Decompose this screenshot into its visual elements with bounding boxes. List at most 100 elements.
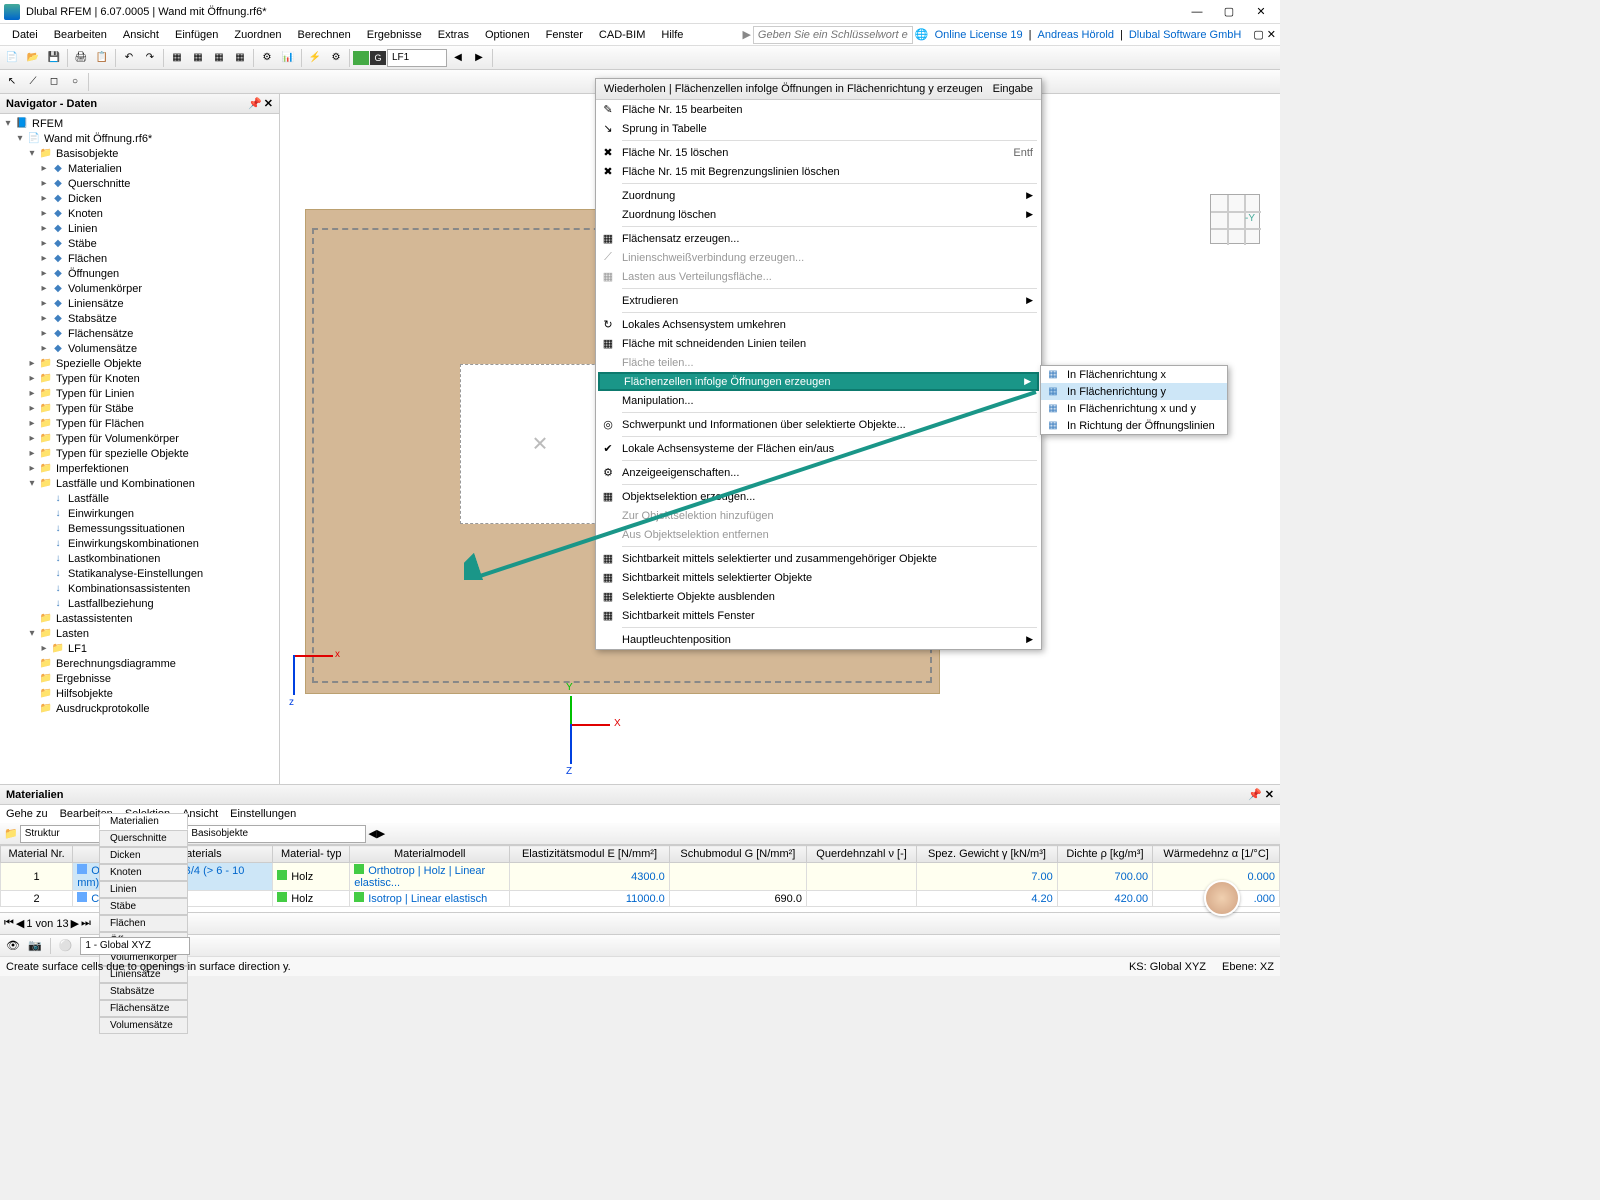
tb-h[interactable]: ⚙: [326, 48, 346, 68]
table-tab[interactable]: Flächen: [99, 915, 188, 932]
tree-item[interactable]: 📁Berechnungsdiagramme: [0, 656, 279, 671]
maximize-button[interactable]: ▢: [1214, 2, 1244, 22]
ctx-item[interactable]: Flächenzellen infolge Öffnungen erzeugen…: [598, 372, 1039, 391]
submenu-item[interactable]: ▦In Flächenrichtung x: [1041, 366, 1227, 383]
th-e[interactable]: Elastizitätsmodul E [N/mm²]: [510, 846, 670, 863]
tree-item[interactable]: ▸◆Stabsätze: [0, 311, 279, 326]
ctx-item[interactable]: ◎Schwerpunkt und Informationen über sele…: [596, 415, 1041, 434]
table-row[interactable]: 1 OSB (EN 300), OSB/4 (> 6 - 10 mm) Holz…: [1, 863, 1280, 891]
ctx-item[interactable]: ⚙Anzeigeeigenschaften...: [596, 463, 1041, 482]
nav-close-icon[interactable]: ✕: [264, 97, 273, 110]
tree-item[interactable]: 📁Ausdruckprotokolle: [0, 701, 279, 716]
tb-calc[interactable]: ⚙: [257, 48, 277, 68]
ctx-item[interactable]: Extrudieren▶: [596, 291, 1041, 310]
context-menu[interactable]: Wiederholen | Flächenzellen infolge Öffn…: [595, 78, 1042, 650]
tree-item[interactable]: ↓Bemessungssituationen: [0, 521, 279, 536]
tree-item[interactable]: ▸◆Materialien: [0, 161, 279, 176]
th-gamma[interactable]: Spez. Gewicht γ [kN/m³]: [917, 846, 1058, 863]
tb-copy[interactable]: 📋: [92, 48, 112, 68]
mm-geheau[interactable]: Gehe zu: [6, 808, 48, 820]
navigator-tree[interactable]: ▾📘RFEM ▾📄Wand mit Öffnung.rf6* ▾📁Basisob…: [0, 114, 279, 784]
tree-item[interactable]: ↓Lastkombinationen: [0, 551, 279, 566]
table-tab[interactable]: Knoten: [99, 864, 188, 881]
tree-item[interactable]: ▸◆Flächensätze: [0, 326, 279, 341]
loadcase-select[interactable]: LF1: [387, 49, 447, 67]
tree-lc[interactable]: Lastfälle und Kombinationen: [56, 478, 195, 490]
ctx-item[interactable]: Hauptleuchtenposition▶: [596, 630, 1041, 649]
menu-ansicht[interactable]: Ansicht: [115, 27, 167, 43]
panel-pin-icon[interactable]: 📌: [1248, 789, 1262, 801]
tree-item[interactable]: ▸📁Imperfektionen: [0, 461, 279, 476]
tb-save[interactable]: 💾: [44, 48, 64, 68]
tb-v3[interactable]: ▦: [209, 48, 229, 68]
tree-item[interactable]: ▸📁Spezielle Objekte: [0, 356, 279, 371]
tree-basis[interactable]: Basisobjekte: [56, 148, 118, 160]
tree-item[interactable]: ▸◆Öffnungen: [0, 266, 279, 281]
tb-new[interactable]: 📄: [2, 48, 22, 68]
tree-item[interactable]: ▸📁Typen für Linien: [0, 386, 279, 401]
menu-extras[interactable]: Extras: [430, 27, 477, 43]
tree-item[interactable]: ▸◆Liniensätze: [0, 296, 279, 311]
globe-icon[interactable]: 🌐: [915, 28, 929, 41]
tree-item[interactable]: ▸◆Stäbe: [0, 236, 279, 251]
ctx-item[interactable]: Zuordnung▶: [596, 186, 1041, 205]
tree-model[interactable]: Wand mit Öffnung.rf6*: [44, 133, 152, 145]
tb-g[interactable]: ⚡: [305, 48, 325, 68]
submenu-item[interactable]: ▦In Flächenrichtung x und y: [1041, 400, 1227, 417]
ctx-item[interactable]: Manipulation...: [596, 391, 1041, 410]
user-label[interactable]: Andreas Hörold: [1038, 29, 1114, 41]
cam-icon[interactable]: 📷: [28, 939, 42, 952]
tb-next[interactable]: ▶: [469, 48, 489, 68]
tb-redo[interactable]: ↷: [140, 48, 160, 68]
tb-v2[interactable]: ▦: [188, 48, 208, 68]
tb2-2[interactable]: ⟋: [23, 72, 43, 92]
tree-item[interactable]: ↓Kombinationsassistenten: [0, 581, 279, 596]
th-a[interactable]: Wärmedehnz α [1/°C]: [1153, 846, 1280, 863]
tree-item[interactable]: ▸📁Typen für Flächen: [0, 416, 279, 431]
tb2-4[interactable]: ○: [65, 72, 85, 92]
tree-item[interactable]: ▸📁Typen für Knoten: [0, 371, 279, 386]
menu-datei[interactable]: Datei: [4, 27, 46, 43]
tree-item[interactable]: ▸📁Typen für spezielle Objekte: [0, 446, 279, 461]
tree-item[interactable]: ▸◆Dicken: [0, 191, 279, 206]
th-g[interactable]: Schubmodul G [N/mm²]: [669, 846, 806, 863]
tree-item[interactable]: ▸◆Knoten: [0, 206, 279, 221]
table-tab[interactable]: Volumensätze: [99, 1017, 188, 1034]
materials-table[interactable]: Material Nr. Name des Materials Material…: [0, 845, 1280, 912]
tree-item[interactable]: 📁Ergebnisse: [0, 671, 279, 686]
th-nr[interactable]: Material Nr.: [1, 846, 73, 863]
ctx-item[interactable]: ✎Fläche Nr. 15 bearbeiten: [596, 100, 1041, 119]
tb2-1[interactable]: ↖: [2, 72, 22, 92]
view-cube[interactable]: -Y: [1210, 194, 1260, 244]
table-tab[interactable]: Flächensätze: [99, 1000, 188, 1017]
ctx-item[interactable]: ▦Objektselektion erzeugen...: [596, 487, 1041, 506]
th-modell[interactable]: Materialmodell: [350, 846, 510, 863]
menu-bearbeiten[interactable]: Bearbeiten: [46, 27, 115, 43]
ctx-item[interactable]: ↻Lokales Achsensystem umkehren: [596, 315, 1041, 334]
tb-v1[interactable]: ▦: [167, 48, 187, 68]
tree-lastassist[interactable]: Lastassistenten: [56, 613, 132, 625]
tb-undo[interactable]: ↶: [119, 48, 139, 68]
table-pager[interactable]: ⏮◀1 von 13▶⏭: [4, 917, 91, 930]
tree-item[interactable]: ↓Lastfallbeziehung: [0, 596, 279, 611]
menu-zuordnen[interactable]: Zuordnen: [226, 27, 289, 43]
menu-hilfe[interactable]: Hilfe: [653, 27, 691, 43]
tree-item[interactable]: ▸📁Typen für Stäbe: [0, 401, 279, 416]
table-tab[interactable]: Stabsätze: [99, 983, 188, 1000]
tb-prev[interactable]: ◀: [448, 48, 468, 68]
tree-item[interactable]: 📁Hilfsobjekte: [0, 686, 279, 701]
submenu-item[interactable]: ▦In Flächenrichtung y: [1041, 383, 1227, 400]
tb2-3[interactable]: ◻: [44, 72, 64, 92]
table-tab[interactable]: Stäbe: [99, 898, 188, 915]
keyword-search[interactable]: [753, 26, 913, 44]
menu-optionen[interactable]: Optionen: [477, 27, 538, 43]
tb-open[interactable]: 📂: [23, 48, 43, 68]
th-typ[interactable]: Material- typ: [273, 846, 350, 863]
ctx-item[interactable]: ▦Flächensatz erzeugen...: [596, 229, 1041, 248]
table-tab[interactable]: Dicken: [99, 847, 188, 864]
th-rho[interactable]: Dichte ρ [kg/m³]: [1057, 846, 1152, 863]
ctx-item[interactable]: ▦Sichtbarkeit mittels Fenster: [596, 606, 1041, 625]
th-v[interactable]: Querdehnzahl ν [-]: [806, 846, 916, 863]
tb-v4[interactable]: ▦: [230, 48, 250, 68]
eye-icon[interactable]: 👁: [6, 939, 20, 952]
